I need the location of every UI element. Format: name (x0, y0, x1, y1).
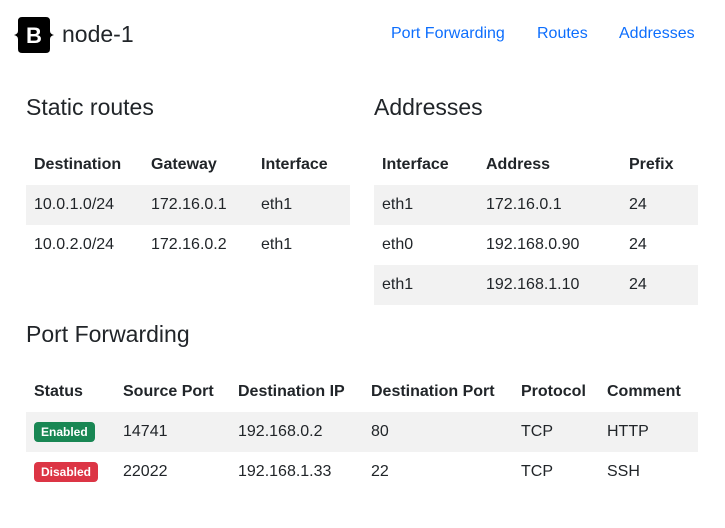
address-interface: eth1 (374, 185, 478, 225)
address-value: 172.16.0.1 (478, 185, 621, 225)
column-header-comment: Comment (607, 383, 681, 400)
column-header-prefix: Prefix (629, 156, 674, 173)
destination-ip: 192.168.0.2 (230, 412, 363, 452)
address-prefix: 24 (621, 265, 698, 305)
table-header-row: Destination Gateway Interface (26, 145, 350, 185)
address-interface: eth0 (382, 236, 414, 253)
column-header-protocol: Protocol (521, 383, 586, 400)
status-cell: Disabled (26, 452, 115, 492)
column-header-interface: Interface (261, 156, 328, 173)
column-header-destination-port: Destination Port (371, 383, 495, 400)
static-routes-table: Destination Gateway Interface 10.0.1.0/2… (26, 145, 350, 265)
source-port: 14741 (115, 412, 230, 452)
table-header-row: Interface Address Prefix (374, 145, 698, 185)
address-value: 192.168.0.90 (486, 236, 580, 253)
destination-port: 22 (371, 463, 389, 480)
bootstrap-logo-icon: B (14, 17, 54, 53)
table-header-row: Status Source Port Destination IP Destin… (26, 372, 698, 412)
route-destination: 10.0.1.0/24 (26, 185, 143, 225)
address-interface: eth1 (374, 265, 478, 305)
nav-link-routes[interactable]: Routes (537, 25, 588, 43)
protocol: TCP (513, 412, 599, 452)
route-interface: eth1 (253, 185, 350, 225)
column-header-status: Status (34, 383, 83, 400)
nav-link-port-forwarding[interactable]: Port Forwarding (391, 25, 505, 43)
address-prefix: 24 (621, 185, 698, 225)
status-cell: Enabled (26, 412, 115, 452)
column-header-destination: Destination (34, 156, 122, 173)
column-header-destination-ip: Destination IP (238, 383, 345, 400)
table-row: eth1 192.168.1.10 24 (374, 265, 698, 305)
comment: SSH (607, 463, 640, 480)
protocol: TCP (521, 463, 553, 480)
column-header-gateway: Gateway (151, 156, 217, 173)
column-header-address: Address (486, 156, 551, 173)
navbar: B node-1 Port Forwarding Routes Addresse… (0, 0, 725, 70)
status-badge-enabled: Enabled (34, 422, 95, 442)
destination-port: 80 (363, 412, 513, 452)
table-row: eth1 172.16.0.1 24 (374, 185, 698, 225)
address-prefix: 24 (629, 236, 647, 253)
route-gateway: 172.16.0.2 (151, 236, 227, 253)
column-header-interface: Interface (382, 156, 449, 173)
port-forwarding-table: Status Source Port Destination IP Destin… (26, 372, 698, 492)
column-header-source-port: Source Port (123, 383, 214, 400)
status-badge-disabled: Disabled (34, 462, 99, 482)
route-destination: 10.0.2.0/24 (34, 236, 115, 253)
route-gateway: 172.16.0.1 (143, 185, 253, 225)
addresses-table: Interface Address Prefix eth1 172.16.0.1… (374, 145, 698, 305)
table-row: 10.0.2.0/24 172.16.0.2 eth1 (26, 225, 350, 265)
brand-name: node-1 (62, 21, 134, 47)
table-row: eth0 192.168.0.90 24 (374, 225, 698, 265)
table-row: Disabled 22022 192.168.1.33 22 TCP SSH (26, 452, 698, 492)
table-row: 10.0.1.0/24 172.16.0.1 eth1 (26, 185, 350, 225)
route-interface: eth1 (261, 236, 293, 253)
logo-letter: B (26, 23, 42, 48)
table-row: Enabled 14741 192.168.0.2 80 TCP HTTP (26, 412, 698, 452)
port-forwarding-heading: Port Forwarding (26, 321, 190, 347)
comment: HTTP (599, 412, 698, 452)
address-value: 192.168.1.10 (478, 265, 621, 305)
destination-ip: 192.168.1.33 (238, 463, 332, 480)
nav-link-addresses[interactable]: Addresses (619, 25, 695, 43)
source-port: 22022 (123, 463, 168, 480)
static-routes-heading: Static routes (26, 94, 154, 120)
brand-link[interactable]: B node-1 (14, 17, 134, 53)
addresses-heading: Addresses (374, 94, 483, 120)
